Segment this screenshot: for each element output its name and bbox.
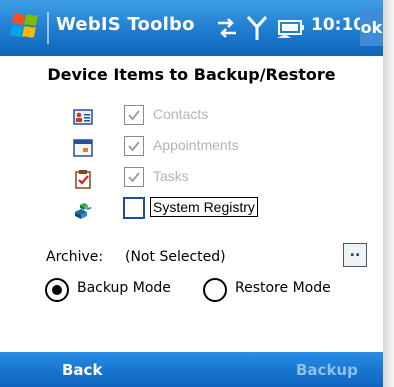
tasks-checkbox[interactable] [124, 167, 144, 187]
system-registry-checkbox[interactable] [123, 197, 145, 219]
restore-mode-radio-circle[interactable] [203, 278, 227, 302]
item-row-system-registry: System Registry [0, 196, 383, 226]
calendar-icon [73, 139, 93, 157]
signal-icon[interactable] [246, 14, 268, 42]
browse-archive-button[interactable]: .. [343, 243, 367, 267]
registry-icon [75, 203, 92, 219]
contacts-checkbox[interactable] [124, 105, 144, 125]
tasks-label: Tasks [153, 168, 189, 184]
ok-button[interactable]: ok [360, 10, 383, 46]
device-screen: WebIS Toolbo 10:10 ok Device Items to Ba… [0, 0, 383, 387]
clock[interactable]: 10:10 [311, 15, 365, 35]
item-row-tasks: Tasks [0, 165, 383, 195]
archive-value: (Not Selected) [125, 249, 226, 265]
system-registry-label[interactable]: System Registry [150, 197, 258, 217]
backup-mode-radio-circle[interactable] [45, 278, 69, 302]
item-row-contacts: Contacts [0, 103, 383, 133]
screen-shadow [383, 0, 394, 387]
activesync-icon[interactable] [215, 16, 239, 40]
item-row-appointments: Appointments [0, 134, 383, 164]
battery-icon[interactable] [277, 17, 305, 39]
title-separator [47, 12, 49, 44]
restore-mode-radio[interactable]: Restore Mode [203, 278, 353, 302]
windows-start-icon[interactable] [8, 10, 42, 44]
tasks-icon [75, 170, 91, 189]
contacts-icon [73, 109, 93, 125]
contacts-label: Contacts [153, 106, 209, 122]
appointments-checkbox[interactable] [124, 136, 144, 156]
back-softkey[interactable]: Back [62, 361, 102, 379]
app-title: WebIS Toolbo [56, 14, 195, 35]
title-bar: WebIS Toolbo 10:10 ok [0, 0, 383, 56]
appointments-label: Appointments [153, 137, 239, 153]
radio-selected-dot [52, 285, 62, 295]
restore-mode-label: Restore Mode [235, 280, 331, 296]
backup-softkey[interactable]: Backup [296, 361, 358, 379]
page-heading: Device Items to Backup/Restore [47, 65, 336, 84]
archive-label: Archive: [46, 249, 104, 265]
backup-mode-radio[interactable]: Backup Mode [45, 278, 185, 302]
backup-mode-label: Backup Mode [77, 280, 171, 296]
softkey-bar: Back Backup [0, 352, 383, 387]
